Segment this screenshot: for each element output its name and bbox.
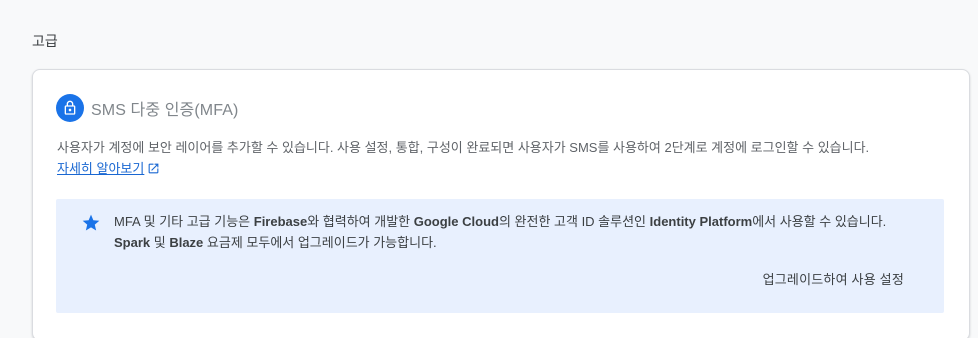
page: 고급 SMS 다중 인증(MFA) 사용자가 계정에 보안 레이어를 추가할 수… bbox=[0, 0, 978, 338]
info-text-part: 요금제 모두에서 업그레이드가 가능합니다. bbox=[203, 235, 437, 250]
learn-more-label: 자세히 알아보기 bbox=[57, 161, 145, 176]
google-cloud-label: Google Cloud bbox=[413, 214, 499, 229]
info-text-part: 와 협력하여 개발한 bbox=[307, 214, 414, 229]
upgrade-info-box: MFA 및 기타 고급 기능은 Firebase와 협력하여 개발한 Googl… bbox=[56, 199, 944, 313]
identity-platform-label: Identity Platform bbox=[649, 214, 753, 229]
description-text: 사용자가 계정에 보안 레이어를 추가할 수 있습니다. 사용 설정, 통합, … bbox=[57, 140, 870, 155]
info-text-part: 의 완전한 고객 ID 솔루션인 bbox=[498, 214, 650, 229]
info-text-part: 에서 사용할 수 있습니다. bbox=[752, 214, 887, 229]
card-title: SMS 다중 인증(MFA) bbox=[91, 102, 239, 119]
open-in-new-icon bbox=[147, 160, 160, 181]
star-icon bbox=[81, 213, 101, 238]
mfa-card: SMS 다중 인증(MFA) 사용자가 계정에 보안 레이어를 추가할 수 있습… bbox=[32, 69, 970, 338]
blaze-plan-label: Blaze bbox=[169, 235, 204, 250]
firebase-label: Firebase bbox=[253, 214, 308, 229]
info-text: MFA 및 기타 고급 기능은 Firebase와 협력하여 개발한 Googl… bbox=[114, 211, 924, 253]
learn-more-link[interactable]: 자세히 알아보기 bbox=[57, 161, 160, 176]
upgrade-enable-button[interactable]: 업그레이드하여 사용 설정 bbox=[763, 269, 904, 288]
info-text-part: MFA 및 기타 고급 기능은 bbox=[114, 214, 254, 229]
section-title: 고급 bbox=[32, 33, 58, 49]
card-header: SMS 다중 인증(MFA) bbox=[56, 94, 238, 122]
card-description: 사용자가 계정에 보안 레이어를 추가할 수 있습니다. 사용 설정, 통합, … bbox=[57, 137, 957, 181]
info-text-part: 및 bbox=[150, 235, 170, 250]
spark-plan-label: Spark bbox=[114, 235, 151, 250]
lock-icon bbox=[56, 94, 84, 122]
